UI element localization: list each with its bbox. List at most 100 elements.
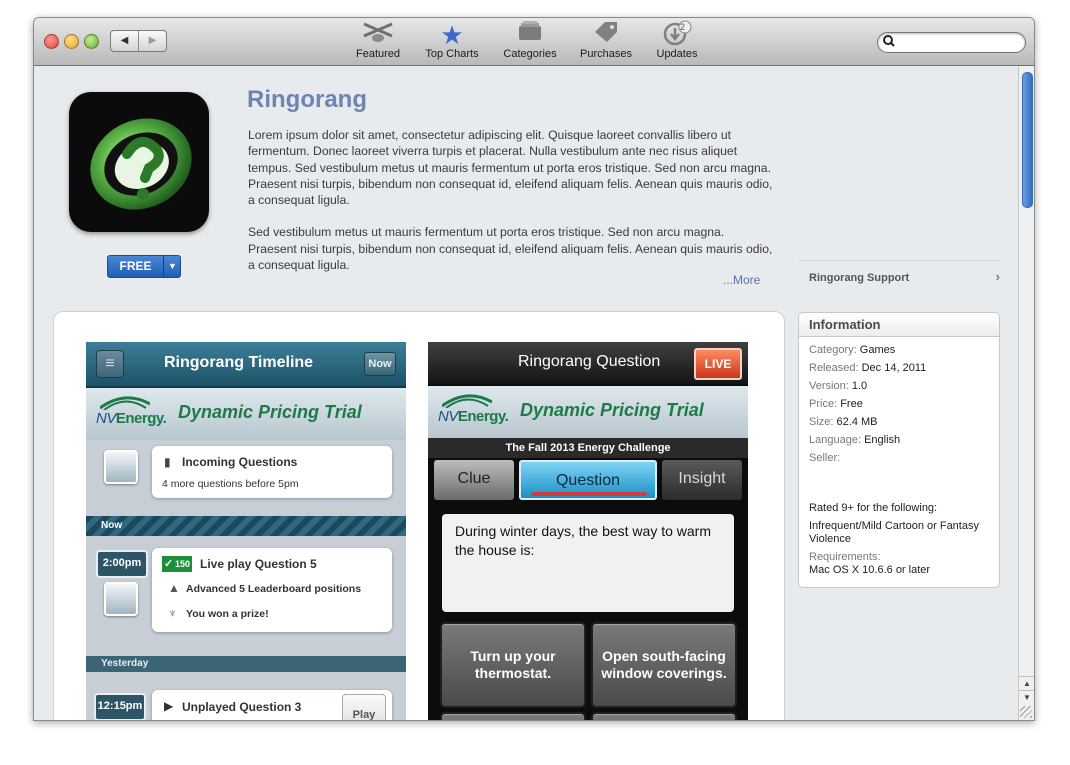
- scroll-down-arrow[interactable]: ▼: [1019, 690, 1034, 705]
- unplayed-title: Unplayed Question 3: [182, 700, 302, 714]
- tab-top-charts[interactable]: ★ Top Charts: [420, 20, 484, 64]
- answer-2: Open south-facing window coverings.: [591, 622, 737, 708]
- chevron-right-icon: ›: [995, 269, 1000, 284]
- released-value: Dec 14, 2011: [861, 362, 927, 374]
- back-button[interactable]: ◀: [111, 31, 139, 51]
- answer-4: [591, 712, 737, 720]
- language-value: English: [864, 434, 901, 446]
- timer-progress: [531, 492, 647, 496]
- timeline-header: ≡ Ringorang Timeline Now: [86, 342, 406, 388]
- category-key: Category:: [809, 344, 857, 356]
- zoom-window-button[interactable]: [84, 34, 99, 49]
- nv-energy-logo-energy: Energy.: [457, 408, 509, 425]
- tab-featured-label: Featured: [355, 48, 401, 60]
- toolbar: ◀ ▶ Featured ★ Top Charts Categories Pur…: [34, 18, 1034, 66]
- minimize-window-button[interactable]: [64, 34, 79, 49]
- information-header: Information: [799, 313, 999, 337]
- timeline-title: Ringorang Timeline: [164, 354, 314, 371]
- released-row: Released: Dec 14, 2011: [809, 362, 926, 374]
- tab-top-charts-label: Top Charts: [425, 48, 479, 60]
- app-icon: [69, 92, 209, 232]
- nv-energy-logo-nv: NV: [438, 408, 458, 425]
- version-value: 1.0: [851, 380, 868, 392]
- tab-insight: Insight: [662, 460, 742, 500]
- search-input[interactable]: [877, 32, 1026, 53]
- requirements-key: Requirements:: [809, 551, 881, 563]
- lightbulb-icon: [104, 450, 138, 484]
- screenshot-question: Ringorang Question LIVE NVEnergy. Dynami…: [428, 342, 748, 720]
- free-button-label: FREE: [119, 259, 152, 273]
- vertical-scrollbar[interactable]: ▲ ▼: [1018, 66, 1034, 720]
- won-text: You won a prize!: [186, 608, 269, 620]
- check-icon: ✓: [164, 558, 174, 570]
- live-badge: LIVE: [694, 348, 742, 380]
- answer-3: [440, 712, 586, 720]
- tab-question-label: Question: [555, 472, 621, 489]
- tab-updates-label: Updates: [656, 48, 698, 60]
- question-text: During winter days, the best way to warm…: [455, 523, 711, 558]
- language-key: Language:: [809, 434, 861, 446]
- trophy-icon: ♆: [168, 606, 177, 620]
- question-box: During winter days, the best way to warm…: [442, 514, 734, 612]
- seller-row: Seller:: [809, 452, 840, 464]
- screenshot-timeline: ≡ Ringorang Timeline Now NVEnergy. Dynam…: [86, 342, 406, 720]
- more-link[interactable]: ...More: [723, 273, 760, 287]
- product-page: FREE ▼ Ringorang Lorem ipsum dolor sit a…: [34, 66, 1018, 720]
- size-row: Size: 62.4 MB: [809, 416, 878, 428]
- live-play-title: Live play Question 5: [200, 557, 317, 571]
- incoming-questions-card: Incoming Questions 4 more questions befo…: [152, 446, 392, 498]
- unplayed-card: ▶ Unplayed Question 3 Play: [152, 690, 392, 720]
- history-nav: ◀ ▶: [110, 30, 167, 52]
- incoming-title: Incoming Questions: [182, 455, 298, 469]
- price-key: Price:: [809, 398, 838, 410]
- play-icon: ▶: [164, 699, 174, 713]
- question-header: Ringorang Question LIVE: [428, 342, 748, 384]
- requirements-value: Mac OS X 10.6.6 or later: [809, 564, 931, 576]
- tab-categories[interactable]: Categories: [499, 20, 561, 64]
- price-value: Free: [840, 398, 863, 410]
- nv-energy-logo: NVEnergy.: [96, 410, 167, 427]
- app-title: Ringorang: [247, 86, 367, 113]
- support-link[interactable]: Ringorang Support ›: [799, 260, 1000, 293]
- star-icon: ★: [440, 20, 464, 50]
- tab-purchases-label: Purchases: [580, 48, 632, 60]
- size-value: 62.4 MB: [836, 416, 878, 428]
- close-window-button[interactable]: [44, 34, 59, 49]
- search-icon: [882, 33, 896, 50]
- version-key: Version:: [809, 380, 849, 392]
- category-value[interactable]: Games: [860, 344, 895, 356]
- nv-energy-logo-nv: NV: [96, 410, 116, 427]
- information-box: Information Category: Games Released: De…: [798, 312, 1000, 588]
- question-header-title: Ringorang Question: [518, 353, 661, 370]
- tab-updates[interactable]: 2 Updates: [651, 20, 703, 64]
- time-label: 12:15pm: [94, 693, 146, 720]
- tab-categories-label: Categories: [503, 48, 557, 60]
- now-divider: Now: [86, 516, 406, 536]
- tab-clue: Clue: [434, 460, 514, 500]
- free-button[interactable]: FREE ▼: [107, 255, 181, 278]
- language-row: Language: English: [809, 434, 900, 446]
- chevron-down-icon[interactable]: ▼: [163, 256, 181, 277]
- tab-purchases[interactable]: Purchases: [576, 20, 636, 64]
- forward-button[interactable]: ▶: [139, 31, 166, 51]
- timer-icon: ▮: [164, 455, 171, 469]
- rating-reason: Infrequent/Mild Cartoon or Fantasy Viole…: [809, 520, 979, 545]
- banner-title: Dynamic Pricing Trial: [178, 402, 362, 422]
- nv-energy-logo-energy: Energy.: [115, 410, 167, 427]
- seller-key: Seller:: [809, 452, 841, 464]
- scrollbar-thumb[interactable]: [1022, 72, 1033, 208]
- updates-badge: 2: [680, 22, 686, 32]
- tab-featured[interactable]: Featured: [352, 20, 404, 64]
- description-paragraph-2: Sed vestibulum metus ut mauris fermentum…: [248, 225, 773, 273]
- challenge-title: The Fall 2013 Energy Challenge: [428, 438, 748, 458]
- description-paragraph-1: Lorem ipsum dolor sit amet, consectetur …: [248, 128, 773, 208]
- tag-icon: [576, 20, 636, 48]
- resize-handle[interactable]: [1020, 706, 1032, 718]
- scroll-up-arrow[interactable]: ▲: [1019, 676, 1034, 691]
- advanced-text: Advanced 5 Leaderboard positions: [186, 583, 362, 595]
- incoming-subtitle: 4 more questions before 5pm: [162, 478, 299, 490]
- app-description: Lorem ipsum dolor sit amet, consectetur …: [248, 127, 776, 289]
- featured-icon: [352, 20, 404, 48]
- nv-energy-banner: NVEnergy. Dynamic Pricing Trial: [86, 388, 406, 440]
- points-badge-value: 150: [174, 559, 190, 569]
